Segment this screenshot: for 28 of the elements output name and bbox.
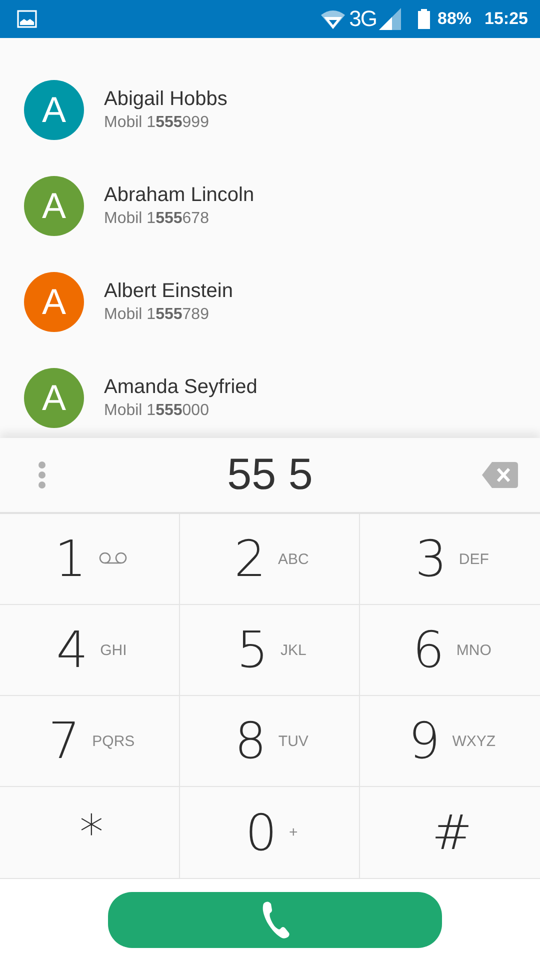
voicemail-icon [98,552,128,566]
dial-key[interactable]: 5 JKL [180,605,360,696]
phone-icon [260,900,290,938]
dial-key[interactable]: 2 ABC [180,514,360,605]
network-type: 3G [349,6,376,32]
call-button[interactable] [108,892,442,948]
contact-phone: Mobil 1555678 [104,210,210,228]
dial-key[interactable]: 7 PQRS [0,696,180,787]
wifi-icon [320,9,346,29]
image-icon [17,10,37,28]
contact-phone: Mobil 1555999 [104,114,210,132]
contact-phone: Mobil 1555000 [104,402,210,420]
contact-name[interactable]: Albert Einstein [104,280,233,303]
dial-key[interactable]: 4 GHI [0,605,180,696]
contact-name[interactable]: Abigail Hobbs [104,88,228,111]
backspace-icon[interactable] [482,462,518,488]
contact-name[interactable]: Amanda Seyfried [104,376,258,399]
dial-key[interactable]: 8 TUV [180,696,360,787]
dialed-number: 55 5 [227,450,313,500]
signal-icon [379,8,402,30]
battery-icon [418,9,430,29]
contact-name[interactable]: Abraham Lincoln [104,184,254,207]
battery-percentage: 88% [437,9,472,29]
clock: 15:25 [484,9,528,29]
contact-avatar[interactable]: A [24,80,84,140]
more-options-icon[interactable] [38,461,46,489]
contact-phone: Mobil 1555789 [104,306,210,324]
dial-key[interactable]: 1 [0,514,180,605]
